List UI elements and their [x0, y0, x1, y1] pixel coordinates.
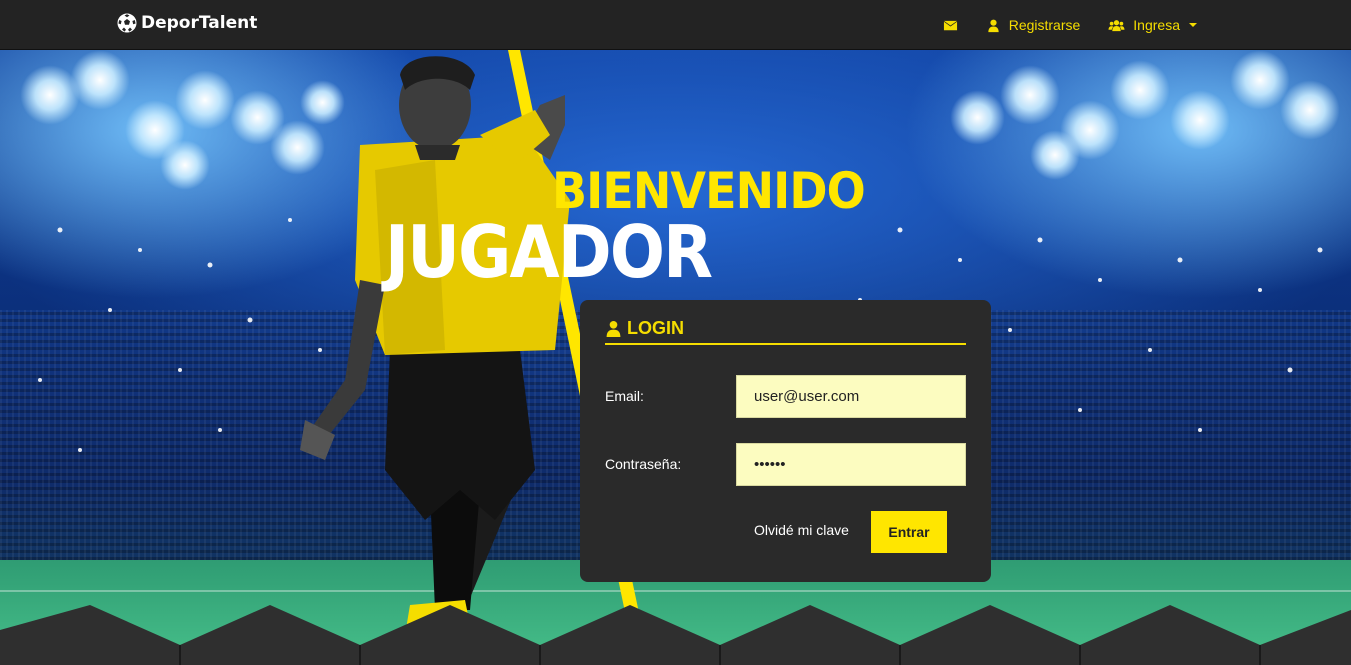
- password-input[interactable]: [736, 443, 966, 486]
- soccer-ball-icon: [117, 13, 137, 33]
- login-label: Ingresa: [1133, 17, 1180, 33]
- login-panel: LOGIN Email: Contraseña: Olvidé mi clave…: [580, 300, 991, 582]
- hero-section: BIENVENIDO JUGADOR LOGIN Email: Contrase…: [0, 50, 1351, 665]
- register-link[interactable]: Registrarse: [972, 17, 1095, 33]
- email-input[interactable]: [736, 375, 966, 418]
- login-dropdown[interactable]: Ingresa: [1094, 17, 1211, 33]
- top-navbar: DeporTalent Registrarse Ingresa: [0, 0, 1351, 50]
- pitch-line: [0, 590, 1351, 592]
- brand-name: DeporTalent: [141, 13, 258, 33]
- player-heading: JUGADOR: [385, 210, 713, 294]
- forgot-password-link[interactable]: Olvidé mi clave: [754, 522, 849, 538]
- password-label: Contraseña:: [605, 456, 682, 472]
- users-icon: [1108, 19, 1125, 31]
- stadium-light: [175, 70, 235, 130]
- stadium-light: [1110, 60, 1170, 120]
- bottom-zigzag-decoration: [0, 605, 1351, 665]
- user-icon: [606, 320, 621, 337]
- stadium-light: [1030, 130, 1080, 180]
- mail-link[interactable]: [929, 18, 972, 33]
- stadium-light: [1170, 90, 1230, 150]
- user-icon: [988, 19, 999, 32]
- login-title: LOGIN: [605, 318, 966, 345]
- nav-right: Registrarse Ingresa: [929, 0, 1211, 50]
- stadium-light: [1280, 80, 1340, 140]
- email-label: Email:: [605, 388, 644, 404]
- register-label: Registrarse: [1008, 17, 1081, 33]
- submit-button[interactable]: Entrar: [871, 511, 947, 553]
- stadium-light: [160, 140, 210, 190]
- envelope-icon: [943, 20, 957, 30]
- soccer-player-illustration: [300, 56, 570, 635]
- brand-link[interactable]: DeporTalent: [117, 13, 257, 33]
- login-title-text: LOGIN: [627, 318, 684, 338]
- caret-down-icon: [1189, 23, 1197, 27]
- stadium-light: [1000, 65, 1060, 125]
- stadium-light: [70, 50, 130, 110]
- stadium-light: [950, 90, 1005, 145]
